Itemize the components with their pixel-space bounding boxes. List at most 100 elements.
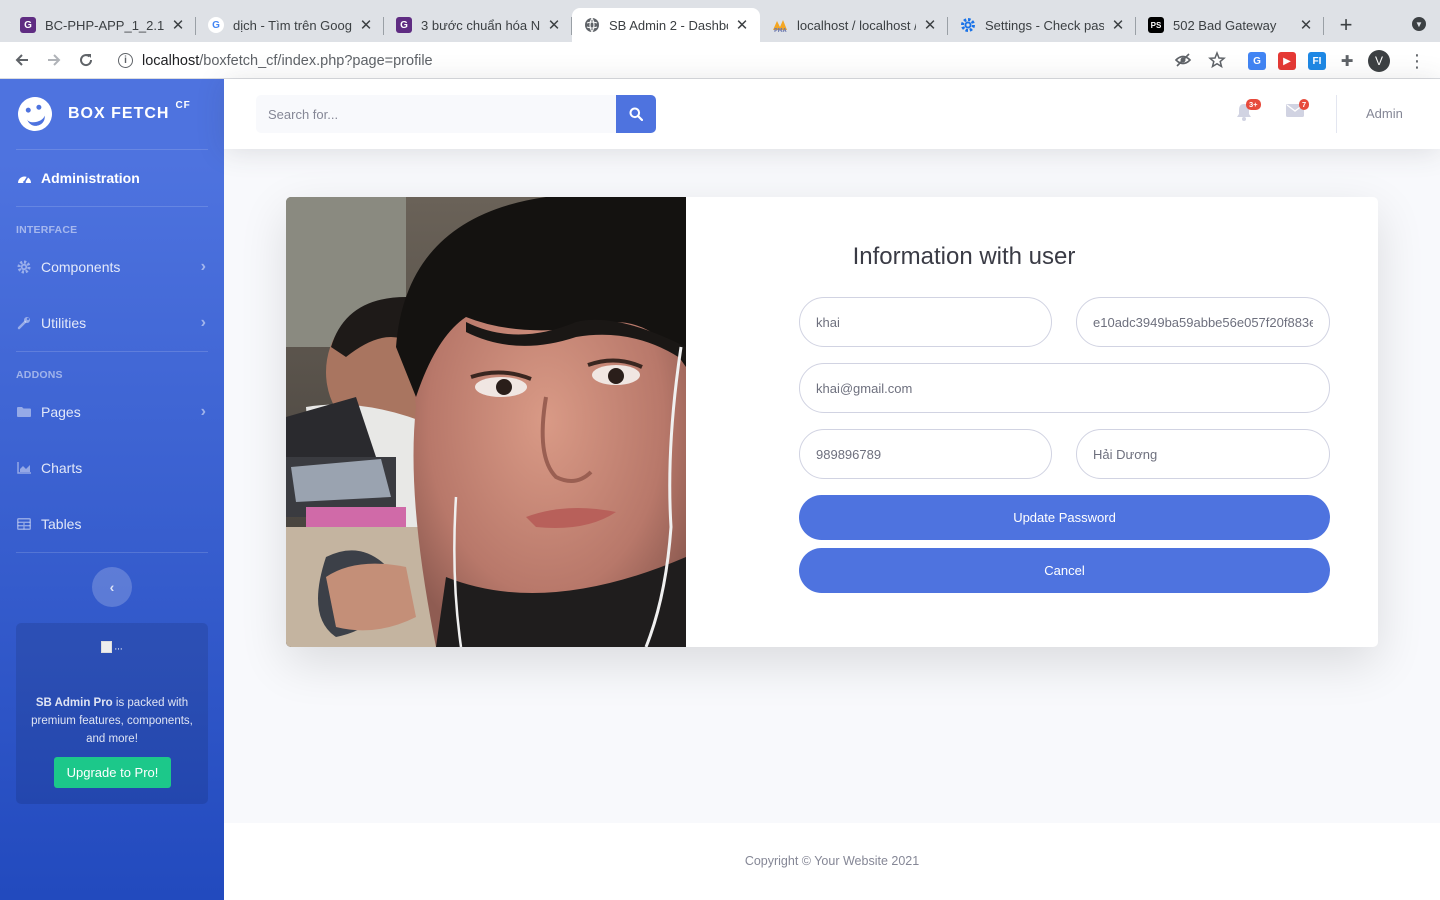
browser-tab[interactable]: PMA localhost / localhost / ✕: [760, 8, 948, 42]
info-icon[interactable]: i: [118, 53, 133, 68]
globe-icon: [584, 17, 600, 33]
extension-toolbar: G ▶ FI ✚ V ⋮: [1248, 50, 1426, 72]
svg-text:PMA: PMA: [774, 28, 787, 33]
sidebar-item-label: Utilities: [41, 315, 87, 331]
browser-tab-bar: G BC-PHP-APP_1_2.1: [ ✕ G dịch - Tìm trê…: [0, 0, 1440, 42]
alerts-dropdown[interactable]: 3+: [1236, 99, 1261, 123]
sidebar-toggle-chevron-left-icon[interactable]: ‹: [92, 567, 132, 607]
browser-tab[interactable]: G 3 bước chuẩn hóa NF ✕: [384, 8, 572, 42]
copyright-text: Copyright © Your Website 2021: [744, 854, 920, 868]
sidebar-item-label: Charts: [41, 460, 83, 476]
puzzle-extensions-icon[interactable]: ✚: [1338, 52, 1356, 70]
close-icon[interactable]: ✕: [1298, 16, 1314, 34]
translate-extension-icon[interactable]: G: [1248, 52, 1266, 70]
phpstorm-icon: PS: [1148, 17, 1164, 33]
sidebar-item-charts[interactable]: Charts: [0, 440, 224, 496]
tab-title: 502 Bad Gateway: [1173, 17, 1277, 33]
sidebar: BOX FETCH CF Administration Interface Com…: [0, 79, 224, 900]
search-input[interactable]: [256, 95, 616, 133]
user-dropdown-name[interactable]: Admin: [1366, 106, 1403, 121]
sidebar-heading-addons: Addons: [16, 369, 63, 381]
google-icon: G: [208, 17, 224, 33]
close-icon[interactable]: ✕: [922, 16, 938, 34]
cancel-button[interactable]: Cancel: [799, 548, 1330, 593]
messages-dropdown[interactable]: 7: [1286, 99, 1310, 123]
close-icon[interactable]: ✕: [546, 16, 562, 34]
chevron-right-icon: ›: [200, 258, 206, 275]
username-field[interactable]: [799, 297, 1052, 347]
url-host: localhost: [142, 52, 200, 69]
tab-search-chevron-icon[interactable]: ▼: [1412, 17, 1426, 31]
phone-field[interactable]: [799, 429, 1052, 479]
search-icon: [629, 107, 643, 121]
brand-superscript: CF: [175, 100, 191, 111]
laugh-wink-icon: [14, 93, 56, 135]
back-arrow-icon[interactable]: [6, 44, 38, 76]
browser-tab[interactable]: G BC-PHP-APP_1_2.1: [ ✕: [8, 8, 196, 42]
sidebar-divider: [16, 552, 208, 553]
eye-off-icon[interactable]: [1174, 51, 1192, 74]
sidebar-brand[interactable]: BOX FETCH CF: [0, 79, 224, 149]
browser-tab-active[interactable]: SB Admin 2 - Dashbo ✕: [572, 8, 760, 42]
profile-photo: [286, 197, 686, 647]
sidebar-item-pages[interactable]: Pages ›: [0, 384, 224, 440]
tab-title: dịch - Tìm trên Googl: [233, 17, 352, 33]
chart-area-icon: [16, 460, 32, 476]
chevron-right-icon: ›: [200, 314, 206, 331]
close-icon[interactable]: ✕: [170, 16, 186, 34]
update-password-button[interactable]: Update Password: [799, 495, 1330, 540]
sidebar-heading-interface: Interface: [16, 224, 78, 236]
tachometer-icon: [16, 170, 32, 186]
alerts-badge: 3+: [1246, 99, 1261, 110]
page-title: Information with user: [852, 243, 1076, 270]
close-icon[interactable]: ✕: [1110, 16, 1126, 34]
sidebar-item-label: Components: [41, 259, 121, 275]
profile-avatar[interactable]: V: [1368, 50, 1390, 72]
browser-tab[interactable]: G dịch - Tìm trên Googl ✕: [196, 8, 384, 42]
address-bar[interactable]: i localhost/boxfetch_cf/index.php?page=p…: [108, 46, 1238, 75]
browser-tab[interactable]: Settings - Check pass ✕: [948, 8, 1136, 42]
promo-broken-image-icon: ...: [99, 641, 125, 655]
search-button[interactable]: [616, 95, 656, 133]
sidebar-item-utilities[interactable]: Utilities ›: [0, 295, 224, 351]
star-icon[interactable]: [1208, 50, 1226, 74]
promo-text: SB Admin Pro is packed with premium feat…: [31, 697, 193, 745]
new-tab-plus-icon[interactable]: +: [1330, 8, 1362, 42]
wrench-icon: [16, 315, 32, 331]
browser-tab[interactable]: PS 502 Bad Gateway ✕: [1136, 8, 1324, 42]
tab-favicon-icon: G: [20, 17, 36, 33]
tab-title: Settings - Check pass: [985, 17, 1104, 33]
sidebar-item-administration[interactable]: Administration: [0, 150, 224, 206]
profile-card: Information with user Update Password Ca…: [286, 197, 1378, 647]
tab-title: 3 bước chuẩn hóa NF: [421, 17, 540, 33]
close-icon[interactable]: ✕: [358, 16, 374, 34]
sidebar-item-components[interactable]: Components ›: [0, 239, 224, 295]
tab-title: SB Admin 2 - Dashbo: [609, 17, 728, 33]
footer: Copyright © Your Website 2021: [224, 823, 1440, 900]
sidebar-promo-card: ... SB Admin Pro is packed with premium …: [16, 623, 208, 804]
video-extension-icon[interactable]: ▶: [1278, 52, 1296, 70]
address-field[interactable]: [1076, 429, 1330, 479]
table-icon: [16, 516, 32, 532]
tab-favicon-icon: G: [396, 17, 412, 33]
close-icon[interactable]: ✕: [734, 16, 750, 34]
tab-title: BC-PHP-APP_1_2.1: [: [45, 17, 164, 33]
sidebar-item-label: Tables: [41, 516, 82, 532]
upgrade-to-pro-button[interactable]: Upgrade to Pro!: [54, 757, 171, 788]
tab-title: localhost / localhost /: [797, 17, 916, 33]
password-field[interactable]: [1076, 297, 1330, 347]
folder-icon: [16, 404, 32, 420]
sidebar-item-tables[interactable]: Tables: [0, 496, 224, 552]
email-field[interactable]: [799, 363, 1330, 413]
topbar: 3+ 7 Admin: [224, 79, 1440, 149]
topbar-search: [256, 95, 656, 133]
chevron-right-icon: ›: [200, 403, 206, 420]
more-menu-icon[interactable]: ⋮: [1408, 51, 1426, 72]
url-path: /boxfetch_cf/index.php?page=profile: [199, 52, 433, 69]
messages-badge: 7: [1299, 99, 1310, 110]
brand-name: BOX FETCH CF: [68, 100, 191, 122]
fi-extension-icon[interactable]: FI: [1308, 52, 1326, 70]
forward-arrow-icon[interactable]: [38, 44, 70, 76]
reload-icon[interactable]: [70, 44, 102, 76]
gear-icon: [960, 17, 976, 33]
